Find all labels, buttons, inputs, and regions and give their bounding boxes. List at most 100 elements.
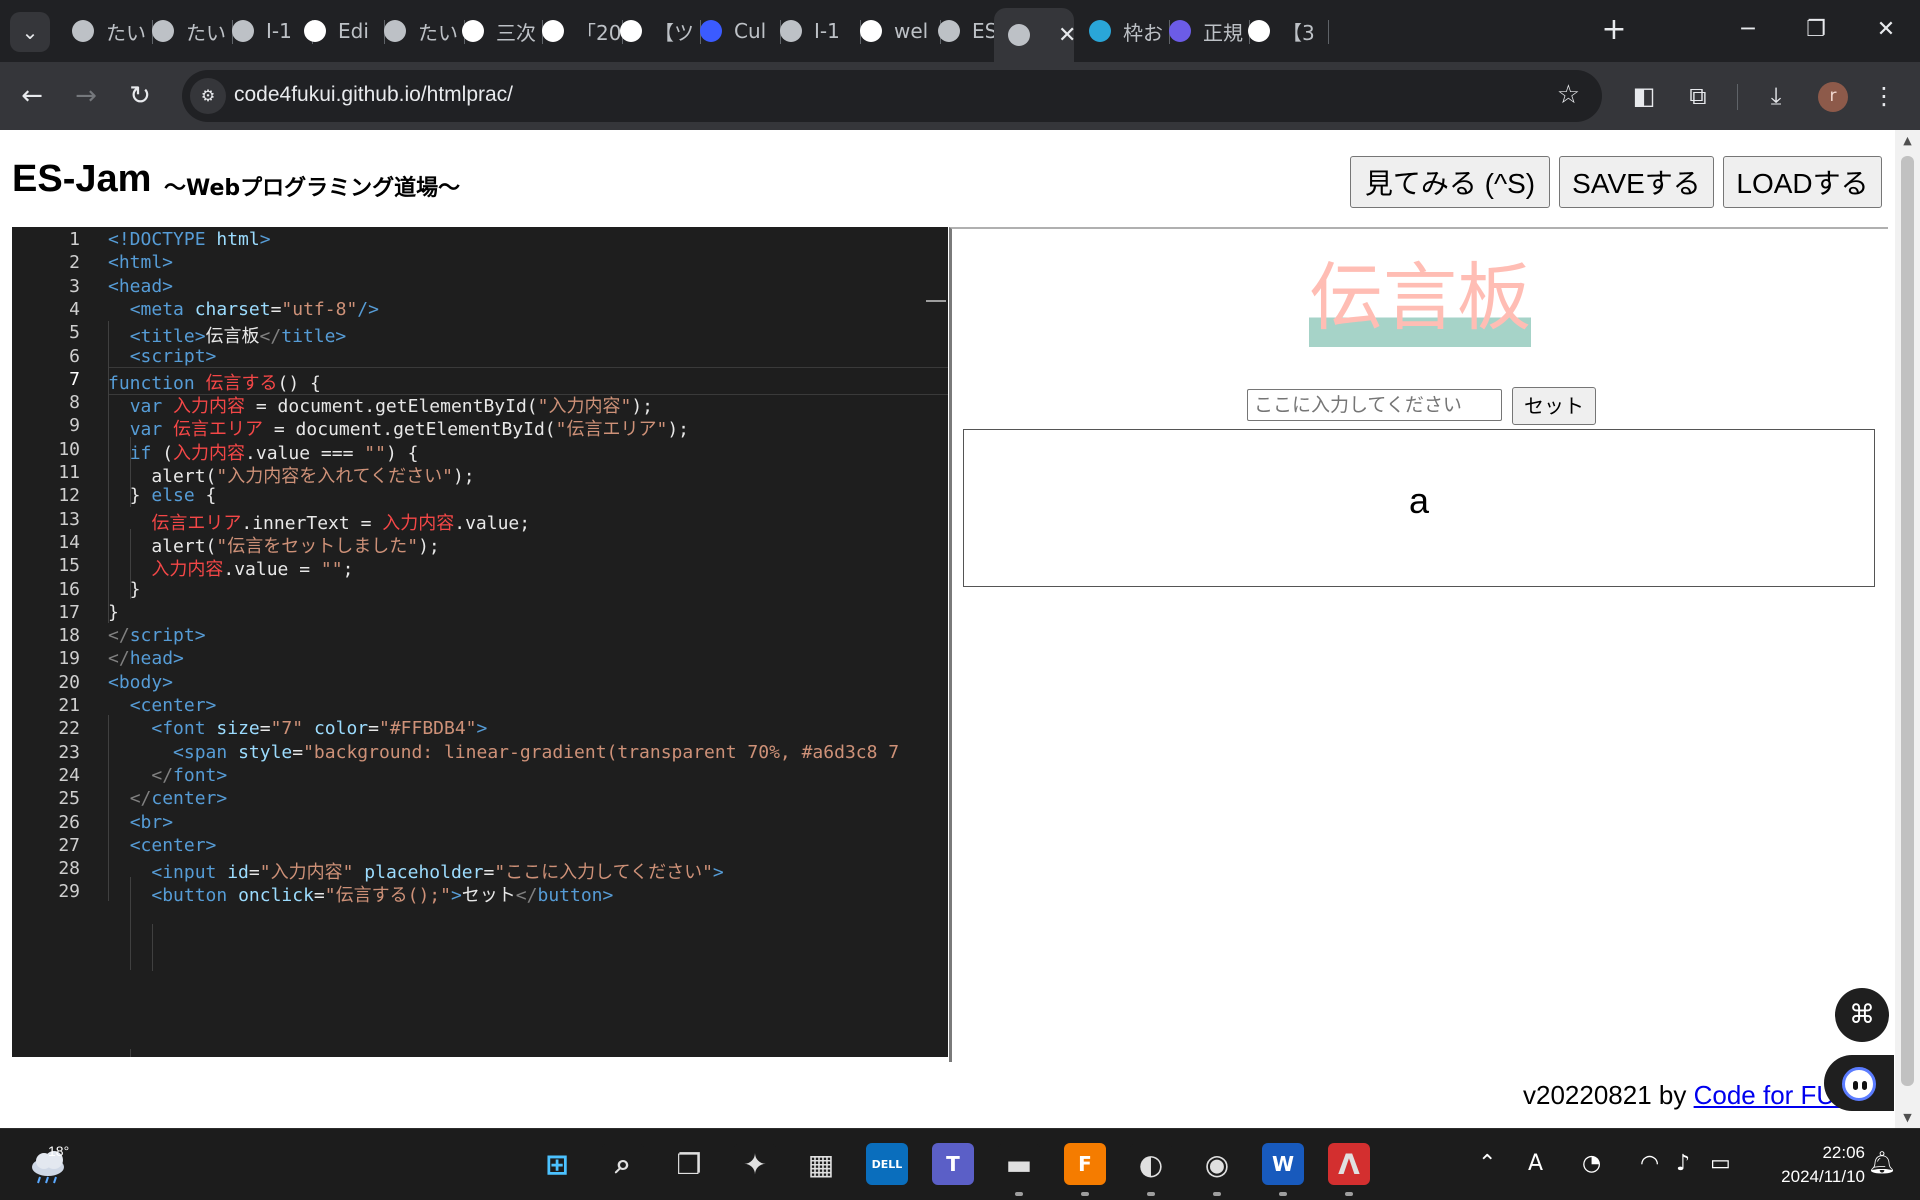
code-token: head> — [129, 648, 184, 670]
file-explorer-icon[interactable]: ▬ — [998, 1143, 1040, 1185]
code-line[interactable]: <center> — [108, 695, 217, 716]
forward-button[interactable]: → — [64, 74, 108, 118]
message-area: a — [963, 429, 1875, 587]
code-token: = — [368, 718, 379, 740]
fusion-icon[interactable]: F — [1064, 1143, 1106, 1185]
code-line[interactable]: alert("伝言をセットしました"); — [108, 532, 439, 558]
close-tab-icon[interactable]: ✕ — [1058, 23, 1074, 48]
close-window-button[interactable]: ✕ — [1856, 10, 1916, 50]
bookmark-star-icon[interactable]: ☆ — [1557, 80, 1580, 110]
code-token: = — [270, 298, 282, 320]
message-input[interactable]: ここに入力してください — [1247, 389, 1502, 421]
tab-search-button[interactable]: ⌄ — [10, 12, 50, 52]
code-line[interactable]: <br> — [108, 812, 173, 833]
scroll-down-arrow[interactable]: ▼ — [1900, 1111, 1915, 1124]
run-button[interactable]: 見てみる (^S) — [1350, 156, 1550, 208]
reload-button[interactable]: ↻ — [118, 74, 162, 118]
code-line[interactable]: } — [108, 602, 119, 623]
globe-icon — [1008, 24, 1030, 46]
code-line[interactable]: <meta charset="utf-8"/> — [108, 299, 379, 320]
minimize-button[interactable]: ─ — [1718, 10, 1778, 50]
store-icon[interactable]: ▦ — [800, 1143, 842, 1185]
code-line[interactable]: </head> — [108, 648, 184, 669]
back-button[interactable]: ← — [10, 74, 54, 118]
page-scrollbar[interactable]: ▲ ▼ — [1895, 130, 1920, 1128]
code-line[interactable]: var 入力内容 = document.getElementById("入力内容… — [108, 392, 653, 418]
clock[interactable]: 22:06 2024/11/10 — [1755, 1141, 1865, 1189]
side-panel-icon[interactable]: ◧ — [1626, 78, 1662, 114]
browser-tab[interactable]: 【3 — [1234, 8, 1329, 54]
browser-tab[interactable]: ✕ — [994, 8, 1074, 62]
code-line[interactable]: <!DOCTYPE html> — [108, 229, 271, 250]
edge-icon[interactable]: ◐ — [1130, 1143, 1172, 1185]
code-line[interactable]: function 伝言する() { — [108, 369, 321, 395]
taskbar: 18° ⊞ ⌕ ❐ ✦ ▦ DELL T ▬ F ◐ ◉ W ᐱ ⌃ A ◔ ◠ ♪ ▭ 22:06 2… — [0, 1128, 1920, 1200]
wifi-icon[interactable]: ◠ — [1640, 1151, 1659, 1176]
teams-icon[interactable]: T — [932, 1143, 974, 1185]
download-icon[interactable]: ⤓ — [1758, 78, 1794, 114]
code-line[interactable]: <font size="7" color="#FFBDB4"> — [108, 718, 487, 739]
tray-overflow-icon[interactable]: ⌃ — [1478, 1151, 1496, 1176]
code-line[interactable]: var 伝言エリア = document.getElementById("伝言エ… — [108, 415, 689, 441]
code-line[interactable]: <head> — [108, 276, 173, 297]
line-number: 22 — [58, 718, 80, 740]
code-line[interactable]: <button onclick="伝言する();">セット</button> — [108, 881, 613, 907]
menu-kebab-icon[interactable]: ⋮ — [1866, 78, 1902, 114]
code-line[interactable]: <body> — [108, 672, 173, 693]
extensions-icon[interactable]: ⧉ — [1680, 78, 1716, 114]
acrobat-icon[interactable]: ᐱ — [1328, 1143, 1370, 1185]
code-line[interactable]: <title>伝言板</title> — [108, 322, 347, 348]
save-button[interactable]: SAVEする — [1559, 156, 1714, 208]
copilot-icon[interactable]: ✦ — [734, 1143, 776, 1185]
site-info-icon[interactable]: ⚙ — [190, 78, 226, 114]
line-number-gutter: 1 2 3 4 5 6 7 8 9 10 11 12 13 14 15 16 17 18 19 20 21 22 23 24 2… — [12, 227, 92, 1057]
battery-icon[interactable]: ▭ — [1710, 1151, 1731, 1176]
code-token: () { — [277, 372, 321, 394]
scroll-up-arrow[interactable]: ▲ — [1900, 134, 1915, 147]
code-line[interactable]: <input id="入力内容" placeholder="ここに入力してくださ… — [108, 858, 723, 884]
code-line[interactable]: </font> — [108, 765, 227, 786]
code-line[interactable]: } — [108, 579, 141, 600]
start-icon[interactable]: ⊞ — [536, 1143, 578, 1185]
task-view-icon[interactable]: ❐ — [668, 1143, 710, 1185]
sync-icon[interactable]: ◔ — [1582, 1151, 1601, 1176]
profile-avatar[interactable]: r — [1818, 82, 1848, 112]
dell-icon[interactable]: DELL — [866, 1143, 908, 1185]
code-token: = — [483, 862, 495, 884]
command-fab-button[interactable]: ⌘ — [1835, 988, 1889, 1042]
code-line[interactable]: if (入力内容.value === "") { — [108, 439, 419, 465]
code-token: "background: linear-gradient(transparent… — [303, 741, 900, 763]
code-line[interactable]: alert("入力内容を入れてください"); — [108, 462, 474, 488]
notification-bell-icon[interactable]: 🔔︎ — [1868, 1151, 1896, 1176]
set-button[interactable]: セット — [1512, 387, 1596, 425]
address-bar[interactable]: ⚙ code4fukui.github.io/htmlprac/ ☆ — [182, 70, 1602, 122]
scrollbar-thumb[interactable] — [1901, 156, 1914, 1086]
code-line[interactable]: </script> — [108, 625, 206, 646]
code-line[interactable]: <script> — [108, 346, 217, 367]
search-icon[interactable]: ⌕ — [602, 1143, 644, 1185]
ime-icon[interactable]: A — [1528, 1151, 1543, 1176]
assistant-face-icon — [1842, 1067, 1876, 1101]
code-line[interactable]: <center> — [108, 835, 217, 856]
load-button[interactable]: LOADする — [1723, 156, 1882, 208]
code-line[interactable]: <span style="background: linear-gradient… — [108, 742, 899, 763]
assistant-fab-button[interactable] — [1824, 1055, 1894, 1111]
indent-guide — [130, 877, 131, 971]
code-line[interactable]: 伝言エリア.innerText = 入力内容.value; — [108, 509, 530, 535]
restore-button[interactable]: ❐ — [1786, 10, 1846, 50]
new-tab-button[interactable]: + — [1596, 10, 1632, 50]
command-key-icon: ⌘ — [1849, 1000, 1875, 1030]
code-line[interactable]: <html> — [108, 252, 173, 273]
chrome-icon[interactable]: ◉ — [1196, 1143, 1238, 1185]
code-token: } — [108, 578, 141, 600]
code-line[interactable]: } else { — [108, 485, 217, 506]
code-line[interactable]: </center> — [108, 788, 228, 810]
volume-icon[interactable]: ♪ — [1676, 1151, 1690, 1176]
code-token: center> — [151, 788, 228, 810]
code-token: = — [259, 718, 271, 740]
code-line[interactable]: 入力内容.value = ""; — [108, 555, 353, 581]
code-token: button> — [537, 885, 614, 907]
code-editor[interactable]: 1 2 3 4 5 6 7 8 9 10 11 12 13 14 15 16 17 18 19 20 21 22 23 24 2… — [12, 227, 948, 1057]
word-icon[interactable]: W — [1262, 1143, 1304, 1185]
